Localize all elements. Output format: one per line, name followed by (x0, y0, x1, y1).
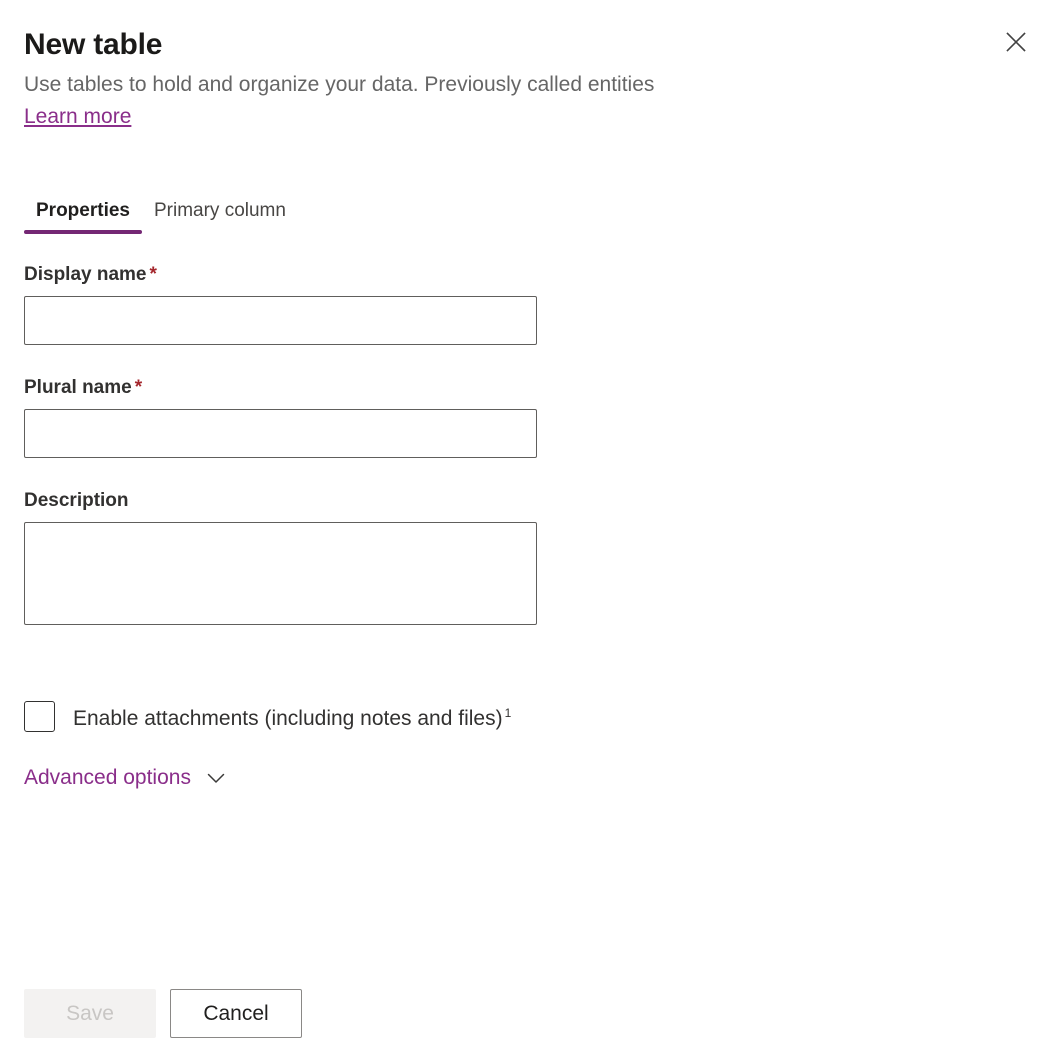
tab-list: Properties Primary column (24, 192, 298, 234)
description-field-group: Description (24, 488, 537, 625)
enable-attachments-row[interactable]: Enable attachments (including notes and … (24, 699, 511, 733)
enable-attachments-checkbox[interactable] (24, 701, 55, 732)
display-name-label: Display name* (24, 262, 537, 288)
close-button[interactable] (994, 20, 1038, 64)
advanced-options-toggle[interactable]: Advanced options (24, 763, 227, 793)
plural-name-input[interactable] (24, 409, 537, 458)
cancel-button[interactable]: Cancel (170, 989, 302, 1038)
plural-name-label-text: Plural name (24, 377, 132, 398)
plural-name-required-marker: * (135, 377, 142, 398)
display-name-required-marker: * (150, 264, 157, 285)
panel-header: New table Use tables to hold and organiz… (0, 0, 1050, 132)
properties-form: Display name* Plural name* Description (24, 262, 537, 625)
display-name-label-text: Display name (24, 264, 147, 285)
description-label: Description (24, 488, 537, 514)
plural-name-label: Plural name* (24, 375, 537, 401)
new-table-panel: New table Use tables to hold and organiz… (0, 0, 1050, 1047)
plural-name-field-group: Plural name* (24, 375, 537, 458)
panel-subtitle: Use tables to hold and organize your dat… (24, 70, 924, 100)
display-name-field-group: Display name* (24, 262, 537, 345)
chevron-down-icon (205, 767, 227, 789)
display-name-input[interactable] (24, 296, 537, 345)
panel-header-row: New table (24, 26, 1026, 64)
description-textarea[interactable] (24, 522, 537, 625)
learn-more-link[interactable]: Learn more (24, 102, 131, 132)
enable-attachments-label[interactable]: Enable attachments (including notes and … (73, 699, 511, 733)
page-title: New table (24, 26, 162, 64)
tab-properties[interactable]: Properties (24, 192, 142, 234)
tab-primary-column[interactable]: Primary column (142, 192, 298, 234)
enable-attachments-footnote-ref: 1 (505, 706, 512, 720)
panel-footer: Save Cancel (24, 989, 302, 1038)
save-button[interactable]: Save (24, 989, 156, 1038)
advanced-options-label: Advanced options (24, 763, 191, 793)
close-icon (1003, 29, 1029, 55)
enable-attachments-label-text: Enable attachments (including notes and … (73, 707, 503, 730)
